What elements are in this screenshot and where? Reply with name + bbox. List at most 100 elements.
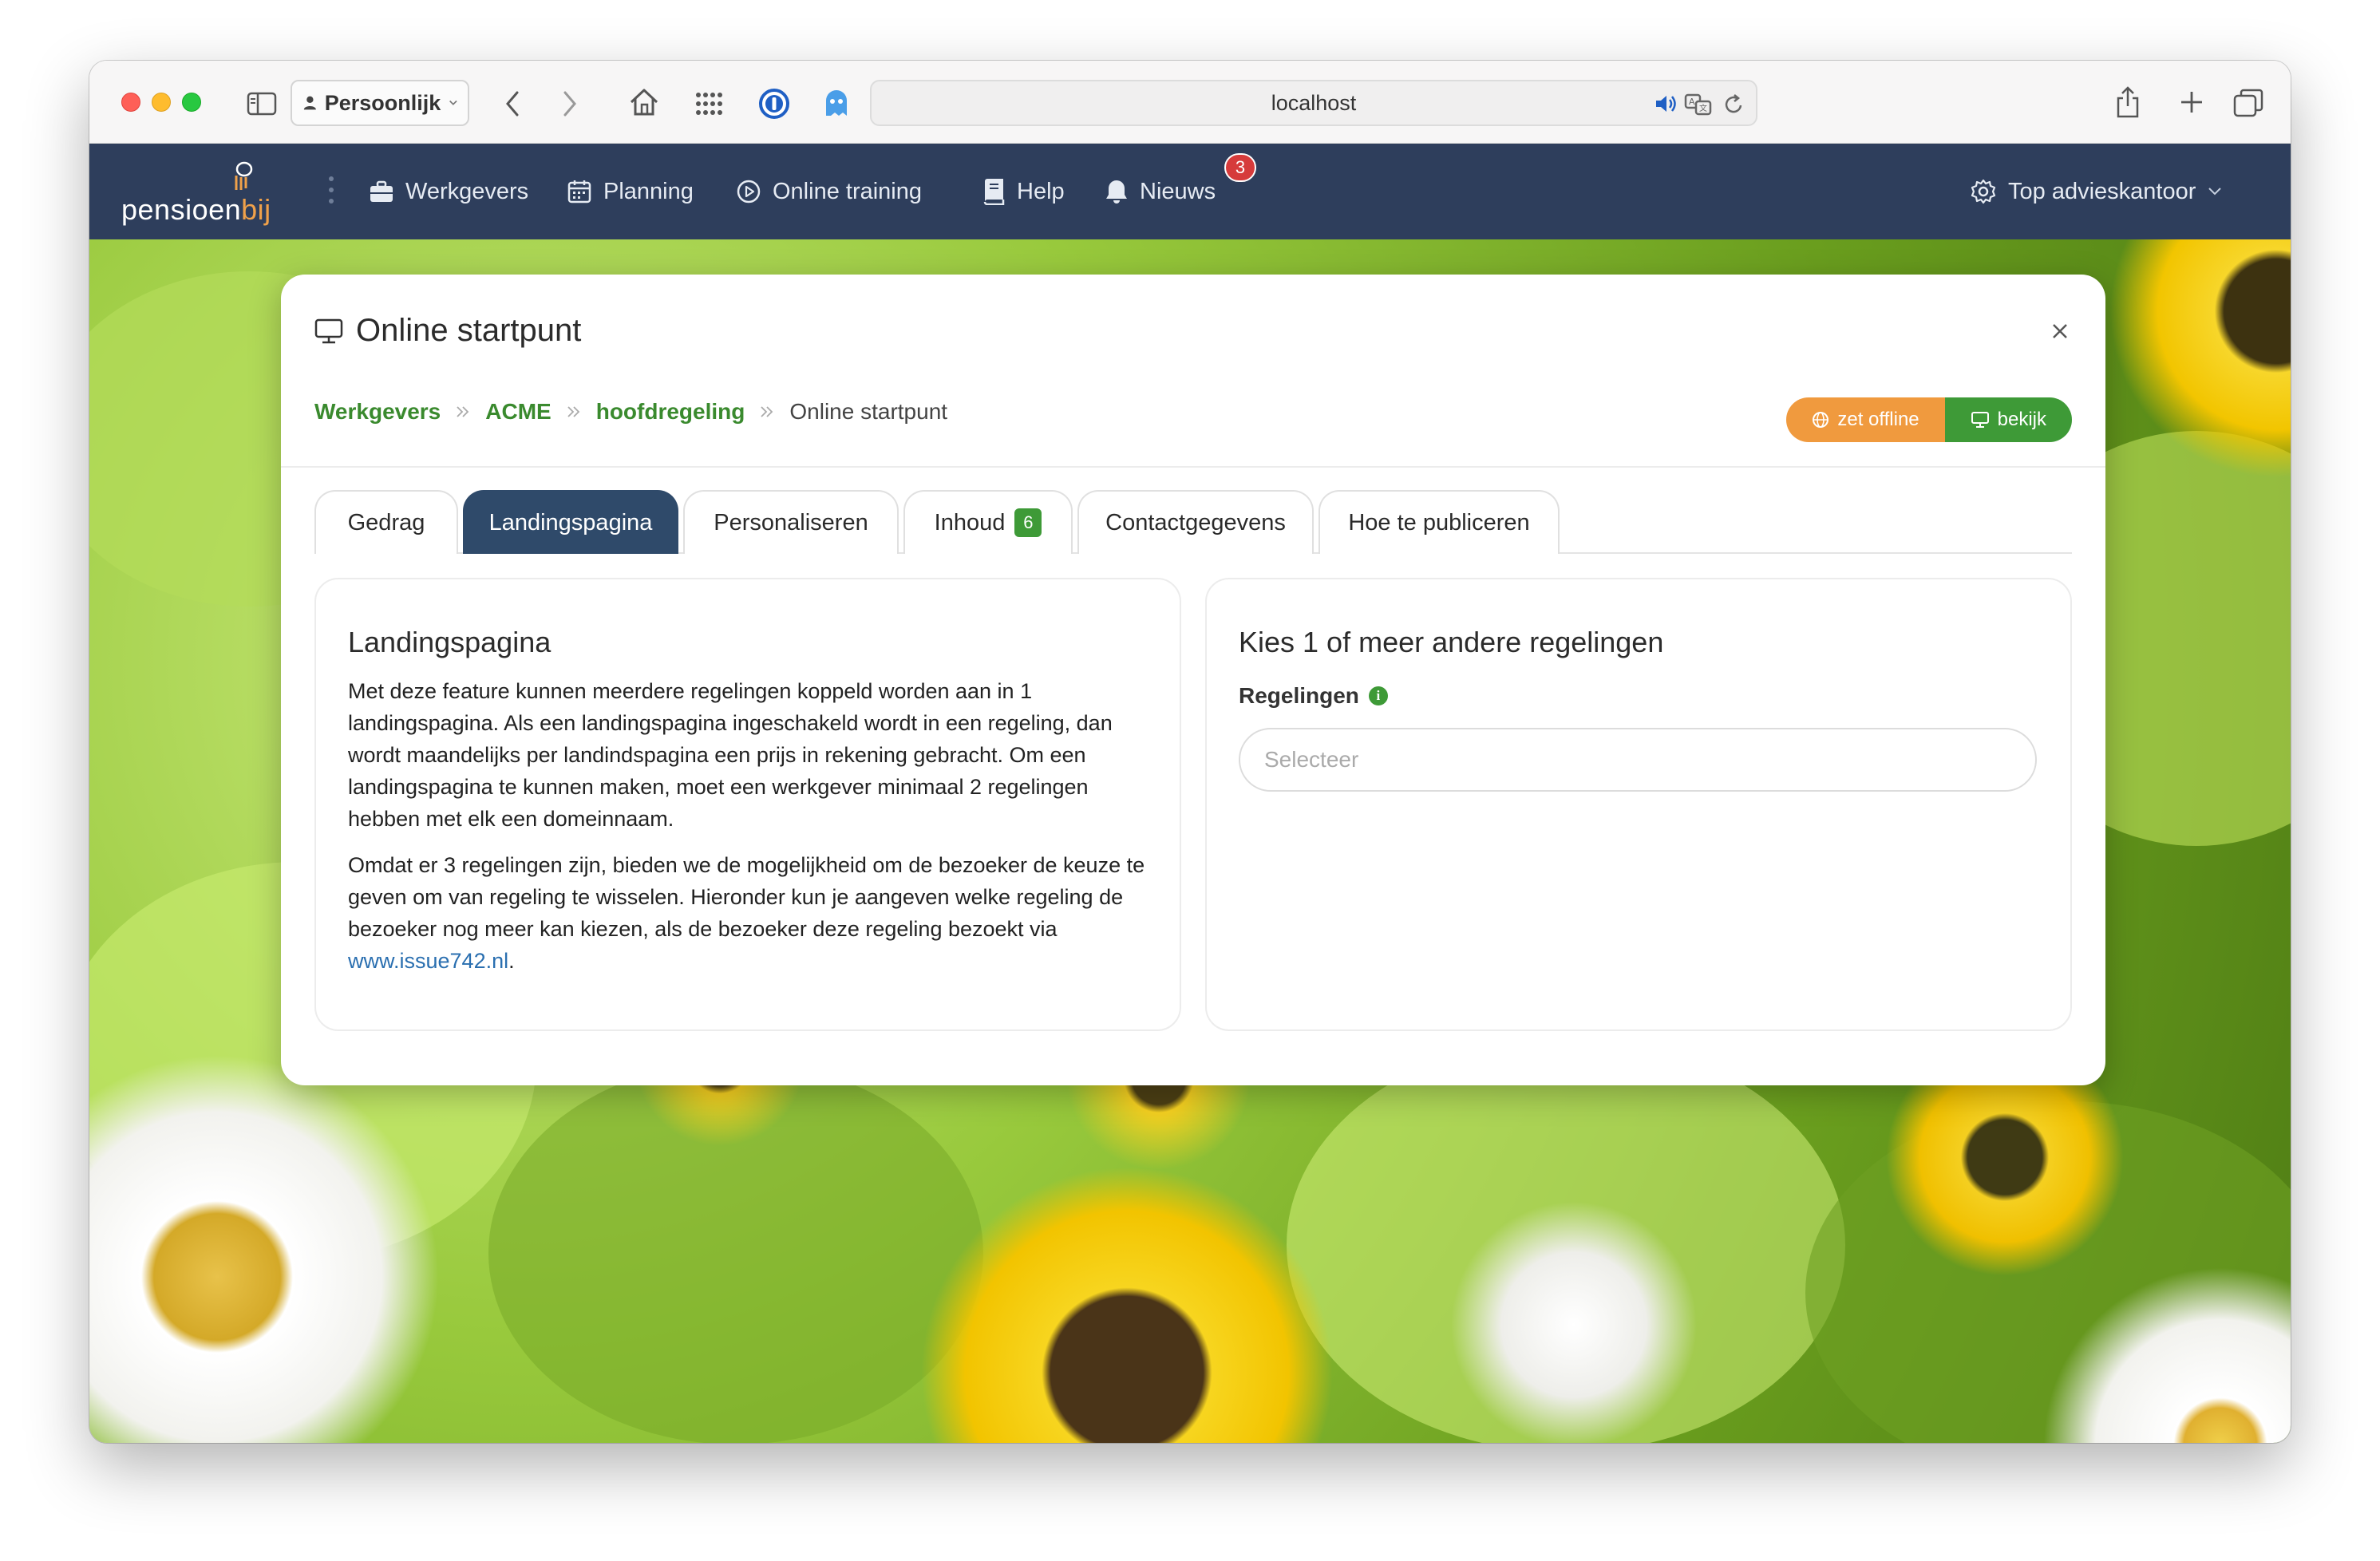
book-icon (983, 179, 1005, 205)
tab-contactgegevens[interactable]: Contactgegevens (1077, 490, 1314, 554)
browser-toolbar: Persoonlijk localhost A 文 (89, 61, 2291, 144)
share-icon[interactable] (2112, 83, 2144, 121)
tab-inhoud[interactable]: Inhoud 6 (903, 490, 1073, 554)
breadcrumb-werkgevers[interactable]: Werkgevers (314, 399, 441, 425)
tab-landingspagina[interactable]: Landingspagina (463, 490, 678, 554)
new-tab-icon[interactable] (2176, 86, 2208, 118)
view-button[interactable]: bekijk (1944, 397, 2072, 442)
globe-icon (1813, 412, 1829, 428)
apps-grid-icon[interactable] (693, 88, 725, 120)
speaker-icon[interactable] (1654, 93, 1678, 115)
field-label-text: Regelingen (1239, 683, 1359, 708)
double-chevron-right-icon (567, 406, 579, 417)
account-menu[interactable]: Top advieskantoor (1970, 144, 2223, 239)
chevron-down-icon (449, 100, 457, 105)
home-icon[interactable] (626, 85, 662, 120)
tab-label: Gedrag (347, 509, 425, 535)
view-label: bekijk (1997, 409, 2046, 430)
nav-item-label: Planning (603, 178, 694, 204)
paragraph-end: . (508, 949, 515, 973)
description-paragraph: Met deze feature kunnen meerdere regelin… (348, 679, 1113, 831)
tab-bar: Gedrag Landingspagina Personaliseren Inh… (314, 490, 2072, 554)
account-label: Top advieskantoor (2008, 178, 2196, 204)
url-bar[interactable]: localhost A文 (870, 80, 1757, 126)
double-chevron-right-icon (457, 406, 469, 417)
svg-text:A: A (1689, 97, 1695, 107)
info-icon[interactable]: i (1368, 686, 1388, 705)
double-chevron-right-icon (761, 406, 773, 417)
panel-heading: Kies 1 of meer andere regelingen (1239, 626, 1664, 658)
bell-icon (1106, 180, 1127, 204)
page-content: pensioenbij Werkgevers Planning Online t… (89, 144, 2291, 1443)
svg-text:文: 文 (1699, 103, 1707, 113)
tab-label: Hoe te publiceren (1348, 509, 1530, 535)
tab-overview-icon[interactable] (2232, 86, 2265, 120)
zoom-window-button[interactable] (182, 93, 201, 112)
nav-item-label: Online training (773, 178, 922, 204)
app-navbar: pensioenbij Werkgevers Planning Online t… (89, 144, 2291, 239)
bee-icon (235, 161, 253, 190)
regelingen-select[interactable]: Selecteer (1239, 728, 2037, 792)
tab-hoe-te-publiceren[interactable]: Hoe te publiceren (1318, 490, 1560, 554)
profile-selector[interactable]: Persoonlijk (291, 80, 469, 126)
nav-item-label: Help (1017, 178, 1065, 204)
person-icon (303, 96, 316, 110)
close-icon[interactable] (2051, 322, 2069, 344)
breadcrumb-acme[interactable]: ACME (485, 399, 551, 425)
nav-item-label: Nieuws (1140, 178, 1216, 204)
play-circle-icon (737, 180, 761, 204)
back-button[interactable] (496, 86, 528, 121)
reload-icon[interactable] (1722, 93, 1745, 117)
breadcrumb-hoofdregeling[interactable]: hoofdregeling (596, 399, 745, 425)
close-window-button[interactable] (121, 93, 140, 112)
tab-label: Inhoud (934, 509, 1006, 535)
logo-text: pensioen (121, 193, 242, 226)
minimize-window-button[interactable] (152, 93, 171, 112)
tab-label: Contactgegevens (1105, 509, 1286, 535)
notification-badge: 3 (1224, 153, 1256, 182)
landingspagina-panel: Landingspagina Met deze feature kunnen m… (314, 578, 1181, 1031)
monitor-icon (1971, 412, 1989, 428)
domain-link[interactable]: www.issue742.nl (348, 949, 508, 973)
logo-text-accent: bij (241, 193, 271, 226)
url-text: localhost (1271, 90, 1357, 115)
tab-personaliseren[interactable]: Personaliseren (683, 490, 899, 554)
tab-gedrag[interactable]: Gedrag (314, 490, 458, 554)
nav-nieuws[interactable]: Nieuws (1105, 144, 1216, 239)
forward-button[interactable] (554, 86, 586, 121)
tab-label: Personaliseren (714, 509, 868, 535)
modal-title: Online startpunt (314, 313, 581, 349)
translate-icon[interactable]: A文 (1684, 93, 1713, 117)
nav-planning[interactable]: Planning (567, 144, 694, 239)
briefcase-icon (370, 180, 393, 202)
ghost-extension-icon[interactable] (819, 86, 854, 121)
tab-label: Landingspagina (488, 509, 653, 535)
nav-online-training[interactable]: Online training (736, 144, 922, 239)
browser-window: Persoonlijk localhost A 文 pensioenbij We… (89, 61, 2291, 1443)
description-paragraph-2: Omdat er 3 regelingen zijn, bieden we de… (348, 849, 1154, 977)
more-vertical-icon[interactable] (327, 174, 335, 210)
password-manager-icon[interactable] (757, 86, 792, 121)
online-startpunt-modal: Online startpunt Werkgevers ACME hoofdre… (281, 275, 2105, 1085)
calendar-icon (567, 180, 591, 204)
sidebar-toggle-icon[interactable] (246, 88, 278, 120)
regelingen-label: Regelingen i (1239, 683, 1388, 709)
profile-label: Persoonlijk (324, 90, 441, 115)
gear-icon (1971, 179, 1996, 204)
action-buttons: zet offline bekijk (1786, 397, 2072, 442)
monitor-icon (314, 318, 343, 343)
breadcrumb: Werkgevers ACME hoofdregeling Online sta… (314, 399, 947, 425)
panel-heading: Landingspagina (348, 626, 552, 658)
chevron-down-icon (2208, 188, 2222, 196)
modal-title-text: Online startpunt (356, 313, 582, 348)
divider (281, 466, 2105, 468)
pensioenbij-logo[interactable]: pensioenbij (121, 161, 273, 226)
regelingen-panel: Kies 1 of meer andere regelingen Regelin… (1205, 578, 2072, 1031)
panel-text: Met deze feature kunnen meerdere regelin… (348, 675, 1154, 991)
nav-help[interactable]: Help (982, 144, 1065, 239)
sunflower-decoration (919, 1165, 1334, 1443)
nav-item-label: Werkgevers (405, 178, 529, 204)
breadcrumb-current: Online startpunt (789, 399, 948, 424)
nav-werkgevers[interactable]: Werkgevers (369, 144, 528, 239)
set-offline-button[interactable]: zet offline (1786, 397, 1945, 442)
